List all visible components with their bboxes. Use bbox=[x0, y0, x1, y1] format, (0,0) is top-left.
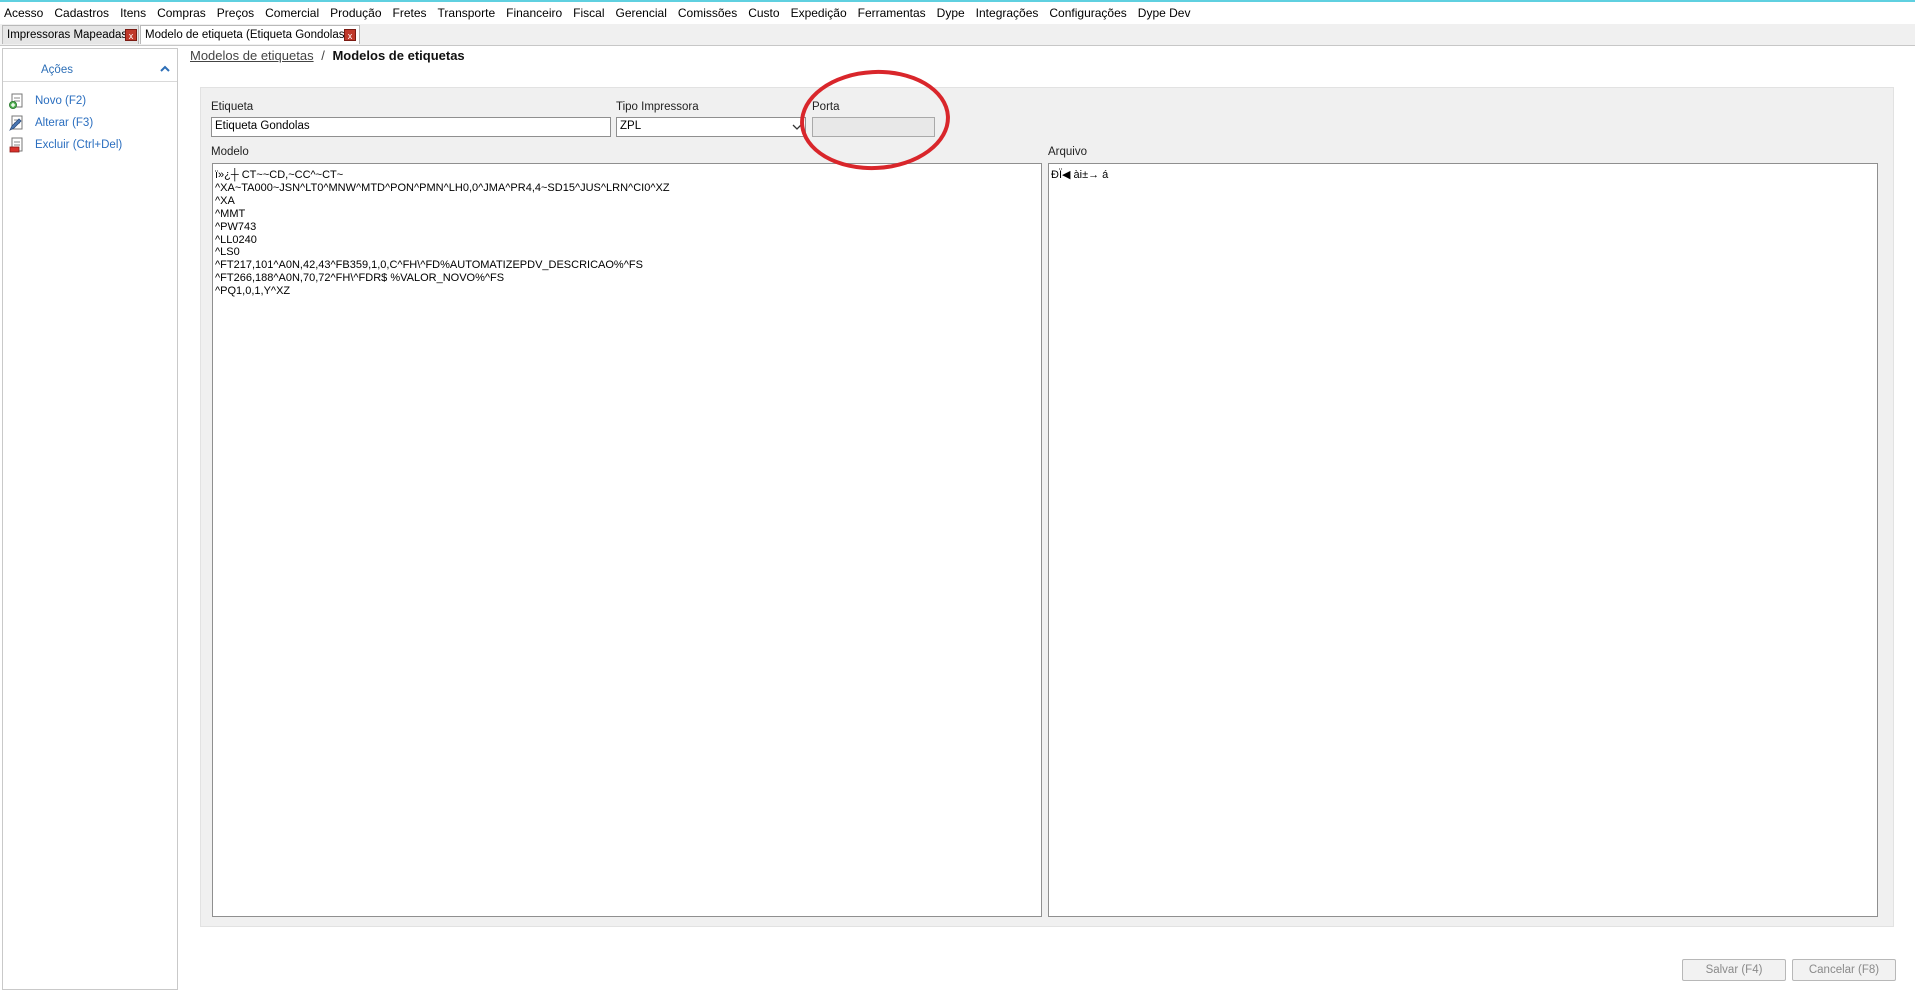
modelo-line: ^XA~TA000~JSN^LT0^MNW^MTD^PON^PMN^LH0,0^… bbox=[215, 181, 670, 194]
chevron-up-icon[interactable] bbox=[158, 63, 172, 75]
actions-sidebar: Ações Novo (F2) Alterar (F3) Excluir (Ct… bbox=[2, 48, 178, 990]
sidebar-title: Ações bbox=[41, 64, 73, 76]
tab-label: Modelo de etiqueta (Etiqueta Gondolas) bbox=[145, 29, 349, 41]
menu-itens[interactable]: Itens bbox=[116, 6, 153, 20]
tipo-impressora-select[interactable]: ZPL bbox=[616, 117, 806, 137]
menu-dype[interactable]: Dype bbox=[933, 6, 972, 20]
new-document-icon bbox=[9, 93, 25, 109]
menu-ferramentas[interactable]: Ferramentas bbox=[854, 6, 933, 20]
etiqueta-label: Etiqueta bbox=[211, 101, 254, 113]
modelo-label: Modelo bbox=[211, 146, 249, 158]
etiqueta-field[interactable]: Etiqueta Gondolas bbox=[211, 117, 611, 137]
menu-precos[interactable]: Preços bbox=[213, 6, 261, 20]
breadcrumb-link[interactable]: Modelos de etiquetas bbox=[190, 48, 314, 63]
menu-dype-dev[interactable]: Dype Dev bbox=[1134, 6, 1198, 20]
page-title: Modelos de etiquetas bbox=[332, 48, 465, 63]
cancel-button[interactable]: Cancelar (F8) bbox=[1792, 959, 1896, 981]
tipo-impressora-label: Tipo Impressora bbox=[616, 101, 699, 113]
menu-transporte[interactable]: Transporte bbox=[434, 6, 503, 20]
modelo-line: ^LL0240 bbox=[215, 233, 257, 246]
chevron-down-icon[interactable] bbox=[791, 121, 803, 133]
tipo-impressora-value: ZPL bbox=[620, 120, 642, 132]
action-label: Novo (F2) bbox=[35, 95, 87, 107]
menu-comissoes[interactable]: Comissões bbox=[674, 6, 744, 20]
porta-label: Porta bbox=[812, 101, 840, 113]
modelo-line: ^LS0 bbox=[215, 246, 240, 259]
arquivo-textarea[interactable]: ÐÏ◀ ài±→ á bbox=[1048, 163, 1878, 917]
action-alterar[interactable]: Alterar (F3) bbox=[9, 114, 93, 132]
menu-custo[interactable]: Custo bbox=[744, 6, 786, 20]
modelo-line: ^FT217,101^A0N,42,43^FB359,1,0,C^FH\^FD%… bbox=[215, 259, 643, 272]
menu-configuracoes[interactable]: Configurações bbox=[1045, 6, 1133, 20]
menu-cadastros[interactable]: Cadastros bbox=[50, 6, 116, 20]
menu-integracoes[interactable]: Integrações bbox=[972, 6, 1046, 20]
menu-fretes[interactable]: Fretes bbox=[389, 6, 434, 20]
close-icon[interactable]: x bbox=[344, 29, 356, 41]
action-label: Excluir (Ctrl+Del) bbox=[35, 139, 123, 151]
modelo-line: ï»¿┼ CT~~CD,~CC^~CT~ bbox=[215, 169, 344, 181]
action-label: Alterar (F3) bbox=[35, 117, 94, 129]
tab-label: Impressoras Mapeadas bbox=[7, 29, 128, 41]
modelo-textarea[interactable]: ï»¿┼ CT~~CD,~CC^~CT~ ^XA~TA000~JSN^LT0^M… bbox=[212, 163, 1042, 917]
menu-expedicao[interactable]: Expedição bbox=[787, 6, 854, 20]
modelo-line: ^MMT bbox=[215, 207, 246, 220]
window-top-border bbox=[0, 0, 1915, 2]
arquivo-label: Arquivo bbox=[1048, 146, 1087, 158]
menu-fiscal[interactable]: Fiscal bbox=[569, 6, 611, 20]
edit-document-icon bbox=[9, 115, 25, 131]
delete-document-icon bbox=[9, 137, 25, 153]
tab-impressoras-mapeadas[interactable]: Impressoras Mapeadas x bbox=[2, 25, 139, 44]
sidebar-header[interactable]: Ações bbox=[3, 49, 177, 82]
modelo-line: ^XA bbox=[215, 194, 235, 207]
arquivo-content: ÐÏ◀ ài±→ á bbox=[1051, 169, 1109, 181]
menu-comercial[interactable]: Comercial bbox=[261, 6, 326, 20]
document-tab-bar: Impressoras Mapeadas x Modelo de etiquet… bbox=[0, 24, 1915, 46]
breadcrumb: Modelos de etiquetas / Modelos de etique… bbox=[190, 48, 465, 63]
menu-gerencial[interactable]: Gerencial bbox=[612, 6, 674, 20]
action-novo[interactable]: Novo (F2) bbox=[9, 92, 86, 110]
modelo-line: ^FT266,188^A0N,70,72^FH\^FDR$ %VALOR_NOV… bbox=[215, 272, 505, 285]
menu-producao[interactable]: Produção bbox=[326, 6, 388, 20]
menu-compras[interactable]: Compras bbox=[153, 6, 213, 20]
modelo-line: ^PQ1,0,1,Y^XZ bbox=[215, 285, 291, 298]
tab-modelo-etiqueta[interactable]: Modelo de etiqueta (Etiqueta Gondolas) x bbox=[140, 25, 360, 44]
save-button[interactable]: Salvar (F4) bbox=[1682, 959, 1786, 981]
close-icon[interactable]: x bbox=[125, 29, 137, 41]
porta-field bbox=[812, 117, 935, 137]
menu-financeiro[interactable]: Financeiro bbox=[502, 6, 569, 20]
breadcrumb-separator: / bbox=[321, 48, 325, 63]
menu-acesso[interactable]: Acesso bbox=[0, 6, 50, 20]
modelo-line: ^PW743 bbox=[215, 220, 257, 233]
action-excluir[interactable]: Excluir (Ctrl+Del) bbox=[9, 136, 122, 154]
menu-bar: Acesso Cadastros Itens Compras Preços Co… bbox=[0, 3, 1915, 23]
